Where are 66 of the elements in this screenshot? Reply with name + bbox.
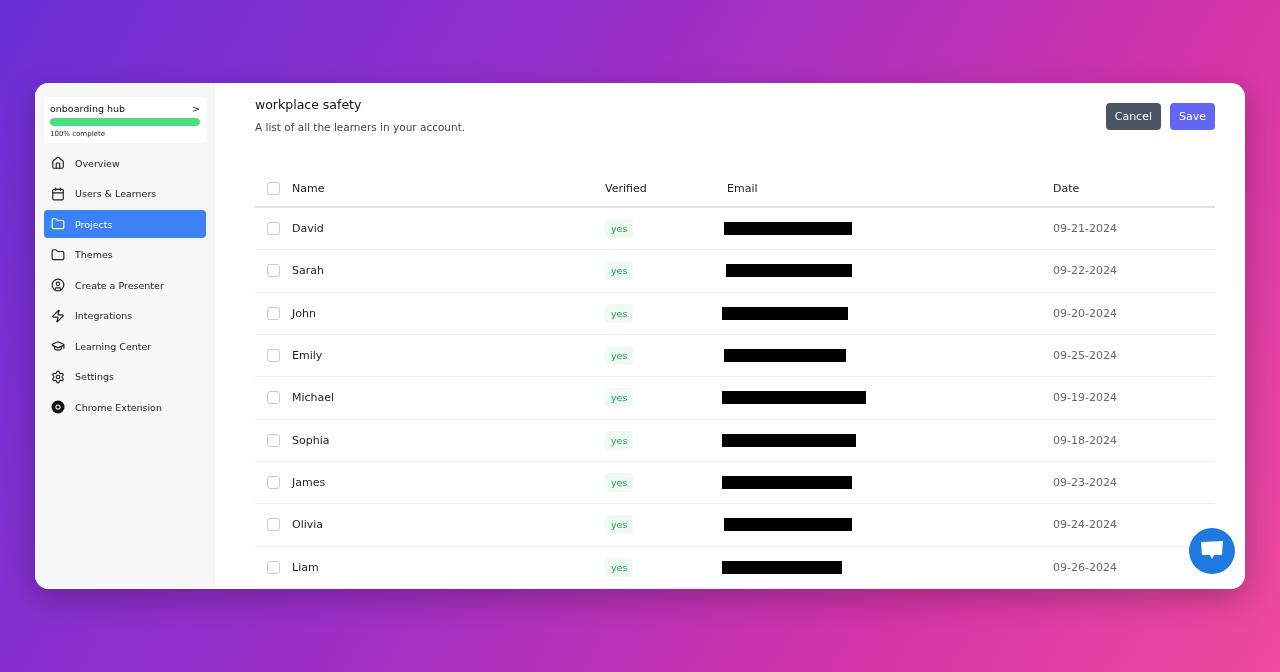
date-cell-text: 09-19-2024 — [1053, 391, 1118, 405]
cancel-button[interactable]: Cancel — [1105, 103, 1161, 130]
column-header: Email — [727, 181, 759, 195]
checkbox[interactable] — [267, 433, 280, 447]
date-cell-text: 09-20-2024 — [1053, 306, 1118, 320]
name-cell-text: David — [292, 222, 325, 236]
sidebar-item[interactable]: Learning Center — [44, 332, 206, 360]
checkbox[interactable] — [267, 476, 280, 490]
name-cell-text: Emily — [292, 349, 324, 363]
name-cell-text: Liam — [292, 560, 320, 574]
verified-badge: yes — [605, 557, 634, 577]
folder-icon — [51, 217, 65, 231]
checkbox[interactable] — [267, 518, 280, 532]
date-cell-text: 09-24-2024 — [1053, 518, 1118, 532]
folder-icon — [51, 247, 65, 262]
name-cell-text: John — [292, 306, 317, 320]
page-title: workplace safety — [255, 97, 363, 112]
sidebar-item[interactable]: Chrome Extension — [44, 393, 206, 421]
name-cell-text: Olivia — [292, 518, 325, 532]
verified-badge: yes — [605, 515, 634, 535]
name-cell-text: Michael — [292, 391, 336, 405]
verified-badge: yes — [605, 430, 634, 450]
verified-badge: yes — [605, 303, 634, 323]
checkbox[interactable] — [267, 264, 280, 278]
checkbox[interactable] — [267, 222, 280, 236]
date-cell-text: 09-21-2024 — [1053, 222, 1118, 236]
graduation-cap-icon — [51, 339, 65, 353]
checkbox[interactable] — [267, 306, 280, 320]
date-cell-text: 09-22-2024 — [1053, 264, 1118, 278]
verified-badge: yes — [605, 473, 634, 493]
sidebar-item[interactable]: Projects — [44, 210, 206, 238]
page-subtitle: A list of all the learners in your account. — [255, 121, 466, 133]
sidebar-item[interactable]: Themes — [44, 240, 206, 269]
sidebar-item[interactable]: Settings — [44, 362, 206, 391]
sidebar-item[interactable]: Integrations — [44, 301, 206, 330]
verified-badge: yes — [605, 388, 634, 408]
lightning-icon — [51, 308, 65, 323]
column-header: Name — [292, 181, 326, 195]
chevron-text: > — [192, 103, 200, 114]
name-cell-text: Sarah — [292, 264, 325, 278]
date-cell-text: 09-25-2024 — [1053, 349, 1118, 363]
column-header: Verified — [605, 181, 648, 195]
date-cell-text: 09-23-2024 — [1053, 476, 1118, 490]
date-cell-text: 09-26-2024 — [1053, 560, 1118, 574]
verified-badge: yes — [605, 261, 634, 281]
hub-title: onboarding hub — [50, 103, 126, 114]
browser-logo-icon — [51, 400, 65, 414]
checkbox[interactable] — [267, 349, 280, 363]
user-circle-icon — [51, 278, 65, 292]
checkbox[interactable] — [267, 560, 280, 574]
name-cell-text: James — [292, 476, 327, 490]
checkbox[interactable] — [267, 391, 280, 405]
verified-badge: yes — [605, 346, 634, 366]
sidebar-item[interactable]: Overview — [44, 149, 206, 177]
sidebar-item[interactable]: Create a Presenter — [44, 271, 206, 299]
sidebar-item[interactable]: Users & Learners — [44, 179, 206, 208]
home-icon — [51, 156, 65, 170]
settings-icon — [51, 369, 65, 384]
name-cell-text: Sophia — [292, 433, 331, 447]
checkbox[interactable] — [267, 181, 280, 195]
verified-badge: yes — [605, 219, 634, 239]
save-button[interactable]: Save — [1170, 103, 1215, 130]
chat-button[interactable] — [1189, 528, 1235, 574]
date-cell-text: 09-18-2024 — [1053, 433, 1118, 447]
column-header: Date — [1053, 181, 1081, 195]
calendar-icon — [51, 186, 65, 201]
